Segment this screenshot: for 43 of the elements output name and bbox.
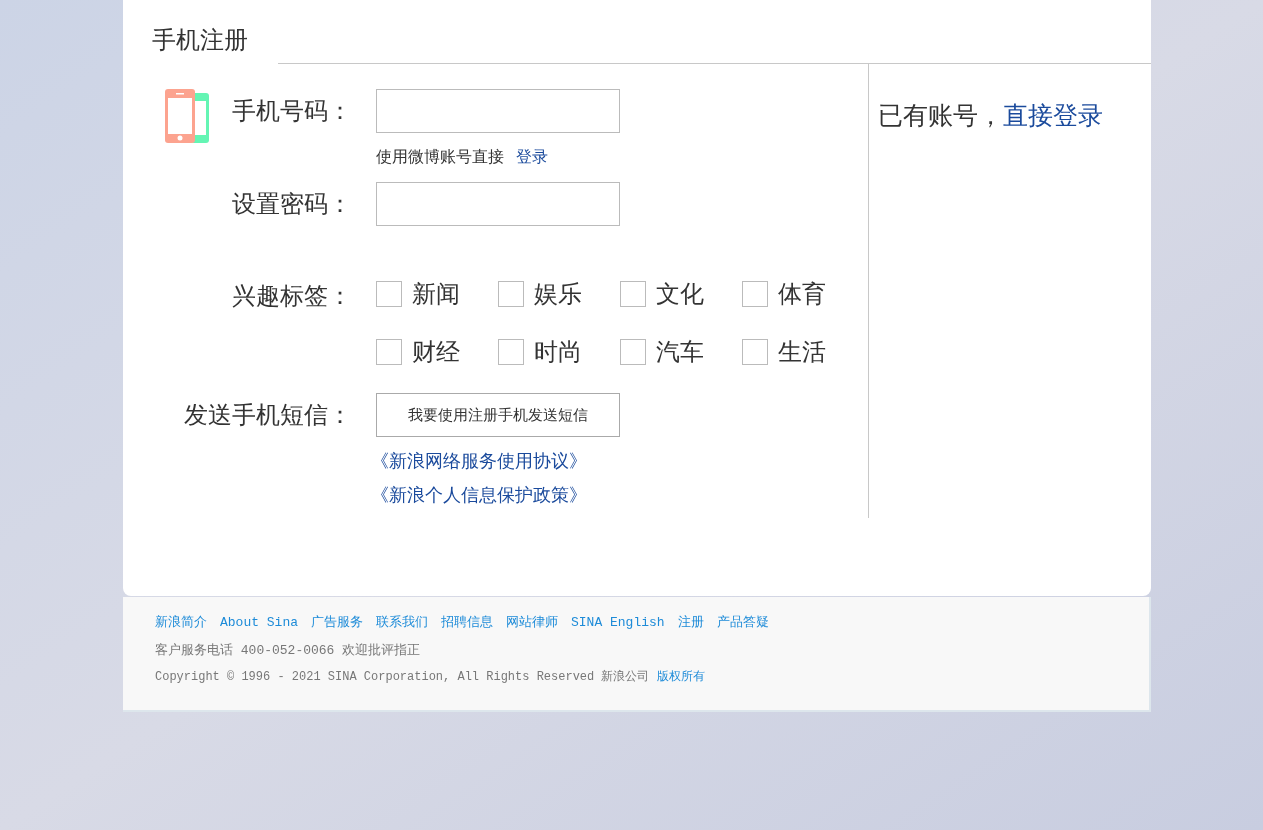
field-label: 设置密码： [232, 190, 352, 218]
footer-link[interactable]: 招聘信息 [441, 613, 493, 633]
send-sms-button[interactable]: 我要使用注册手机发送短信 [376, 393, 620, 437]
agreement-link[interactable]: 《新浪个人信息保护政策》 [371, 483, 587, 507]
field-label: 手机号码： [232, 97, 352, 125]
footer-link[interactable]: 广告服务 [311, 613, 363, 633]
checkbox-label: 时尚 [534, 337, 582, 368]
checkbox[interactable] [620, 339, 646, 365]
checkbox-label: 财经 [412, 337, 460, 368]
checkbox-label: 体育 [778, 279, 826, 310]
checkbox[interactable] [498, 339, 524, 365]
copyright-link[interactable]: 版权所有 [657, 668, 706, 686]
checkbox-label: 新闻 [412, 279, 460, 310]
input-field[interactable] [376, 182, 620, 226]
agreement-link[interactable]: 《新浪网络服务使用协议》 [371, 449, 587, 473]
service-phone-text: 客户服务电话 400-052-0066 欢迎批评指正 [155, 641, 422, 660]
footer-link[interactable]: 联系我们 [376, 613, 428, 633]
footer-link[interactable]: 注册 [677, 613, 704, 633]
footer-link[interactable]: 产品答疑 [716, 613, 769, 633]
hint-text: 使用微博账号直接 [376, 147, 504, 167]
checkbox[interactable] [376, 281, 402, 307]
checkbox[interactable] [620, 281, 646, 307]
footer-link[interactable]: SINA English [571, 613, 665, 633]
input-field[interactable] [376, 89, 620, 133]
checkbox[interactable] [498, 281, 524, 307]
page-title: 手机注册 [151, 28, 249, 56]
login-link[interactable]: 直接登录 [1003, 101, 1103, 130]
phone-icon [165, 89, 211, 143]
account-prompt: 已有账号， [878, 101, 1003, 130]
checkbox-label: 文化 [656, 279, 704, 310]
field-label: 兴趣标签： [232, 282, 352, 310]
checkbox[interactable] [742, 339, 768, 365]
field-label: 发送手机短信： [184, 401, 352, 429]
footer-link[interactable]: 新浪简介 [155, 613, 207, 633]
login-link[interactable]: 登录 [516, 145, 548, 169]
checkbox-label: 汽车 [656, 337, 704, 368]
checkbox[interactable] [742, 281, 768, 307]
footer-link[interactable]: About Sina [220, 613, 298, 633]
checkbox[interactable] [376, 339, 402, 365]
copyright-text: Copyright © 1996 - 2021 SINA Corporation, All Rights Reserved 新浪公司 [155, 669, 650, 686]
checkbox-label: 生活 [778, 337, 826, 368]
checkbox-label: 娱乐 [534, 279, 582, 310]
footer-link[interactable]: 网站律师 [506, 613, 558, 633]
